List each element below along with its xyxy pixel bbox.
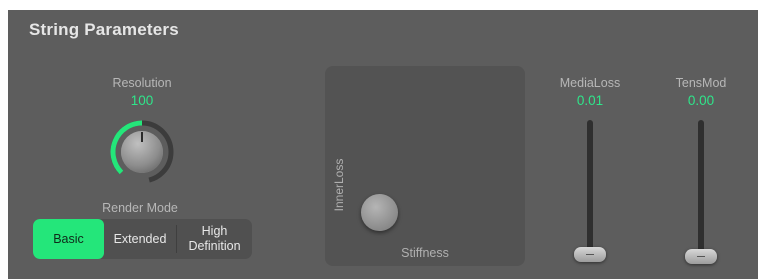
xy-pad-y-label: InnerLoss [332,158,346,212]
render-mode-selector: Basic Extended High Definition [33,219,252,259]
media-loss-value: 0.01 [576,93,604,108]
render-mode-label: Render Mode [102,201,178,215]
panel-title: String Parameters [29,20,179,39]
media-loss-label: MediaLoss [559,76,621,90]
tens-mod-slider-thumb[interactable] [685,249,717,264]
media-loss-slider-thumb[interactable] [574,247,606,262]
xy-pad[interactable]: InnerLoss Stiffness [325,66,525,266]
render-mode-high-definition-button[interactable]: High Definition [177,219,252,259]
media-loss-slider-track[interactable] [587,120,593,252]
xy-pad-handle[interactable] [361,194,398,231]
tens-mod-value: 0.00 [687,93,715,108]
resolution-label: Resolution [112,76,172,90]
tens-mod-label: TensMod [675,76,727,90]
tens-mod-slider-track[interactable] [698,120,704,252]
xy-pad-x-label: Stiffness [401,246,449,260]
render-mode-basic-button[interactable]: Basic [33,219,104,259]
resolution-value: 100 [130,93,154,108]
render-mode-extended-button[interactable]: Extended [104,219,176,259]
resolution-knob[interactable] [106,120,178,186]
